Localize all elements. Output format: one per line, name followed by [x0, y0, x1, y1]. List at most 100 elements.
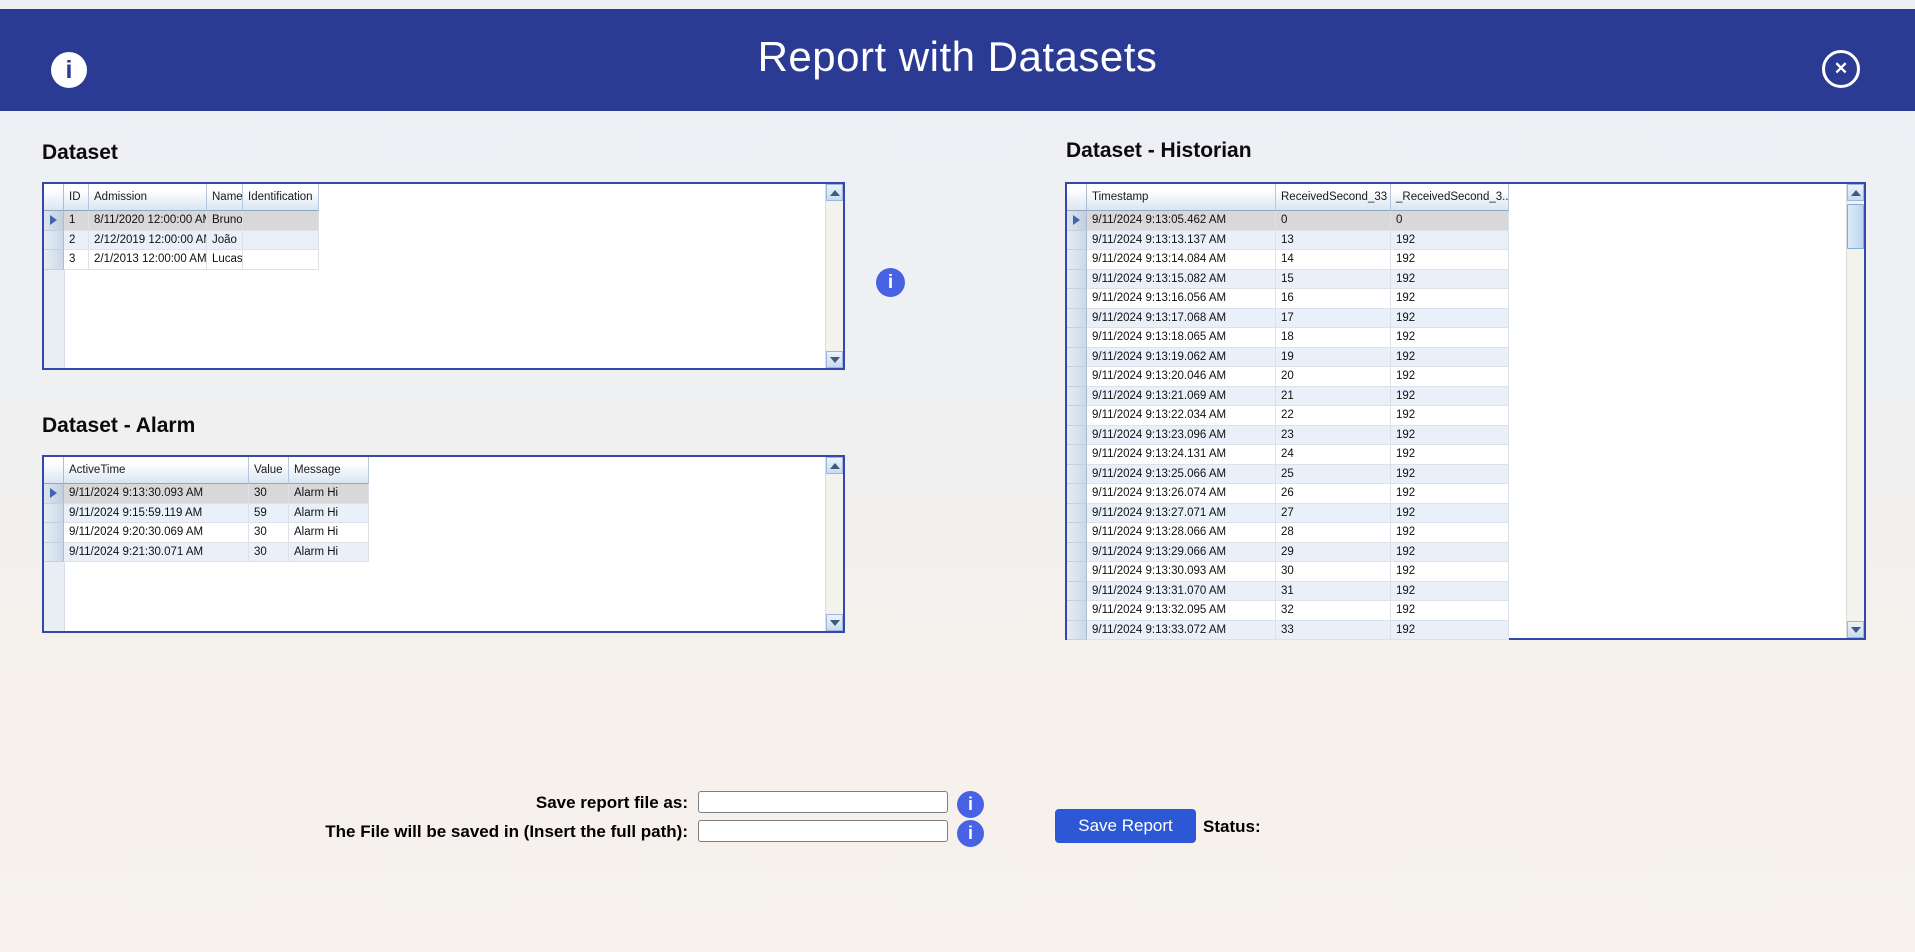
cell[interactable]: 9/11/2024 9:13:23.096 AM: [1087, 426, 1276, 446]
cell[interactable]: [243, 211, 319, 231]
cell[interactable]: 30: [249, 543, 289, 563]
row-header-cell[interactable]: [1067, 406, 1087, 426]
cell[interactable]: 192: [1391, 484, 1509, 504]
table-row[interactable]: 9/11/2024 9:13:17.068 AM17192: [1067, 309, 1864, 329]
cell[interactable]: 9/11/2024 9:13:30.093 AM: [1087, 562, 1276, 582]
file-path-info-icon[interactable]: i: [957, 820, 984, 847]
row-header-cell[interactable]: [1067, 465, 1087, 485]
close-icon[interactable]: ✕: [1822, 50, 1860, 88]
table-row[interactable]: 9/11/2024 9:13:15.082 AM15192: [1067, 270, 1864, 290]
cell[interactable]: 192: [1391, 387, 1509, 407]
cell[interactable]: 26: [1276, 484, 1391, 504]
cell[interactable]: 9/11/2024 9:20:30.069 AM: [64, 523, 249, 543]
table-row[interactable]: 9/11/2024 9:13:21.069 AM21192: [1067, 387, 1864, 407]
cell[interactable]: 14: [1276, 250, 1391, 270]
row-header-cell[interactable]: [1067, 348, 1087, 368]
table-row[interactable]: 9/11/2024 9:20:30.069 AM30Alarm Hi: [44, 523, 843, 543]
cell[interactable]: 33: [1276, 621, 1391, 641]
column-header-message[interactable]: Message: [289, 457, 369, 484]
column-header-receivedsecond-3[interactable]: _ReceivedSecond_3...: [1391, 184, 1509, 211]
scroll-up-button[interactable]: [1847, 184, 1864, 201]
cell[interactable]: 22: [1276, 406, 1391, 426]
scroll-up-button[interactable]: [826, 457, 843, 474]
cell[interactable]: 9/11/2024 9:13:05.462 AM: [1087, 211, 1276, 231]
cell[interactable]: 18: [1276, 328, 1391, 348]
table-row[interactable]: 9/11/2024 9:13:33.072 AM33192: [1067, 621, 1864, 641]
cell[interactable]: 8/11/2020 12:00:00 AM: [89, 211, 207, 231]
cell[interactable]: 0: [1391, 211, 1509, 231]
cell[interactable]: 9/11/2024 9:13:13.137 AM: [1087, 231, 1276, 251]
cell[interactable]: 192: [1391, 348, 1509, 368]
cell[interactable]: 1: [64, 211, 89, 231]
cell[interactable]: 19: [1276, 348, 1391, 368]
column-header-value[interactable]: Value: [249, 457, 289, 484]
cell[interactable]: 13: [1276, 231, 1391, 251]
table-row[interactable]: 9/11/2024 9:15:59.119 AM59Alarm Hi: [44, 504, 843, 524]
save-report-file-as-input[interactable]: [698, 791, 948, 813]
cell[interactable]: 9/11/2024 9:13:33.072 AM: [1087, 621, 1276, 641]
scroll-up-button[interactable]: [826, 184, 843, 201]
cell[interactable]: Alarm Hi: [289, 543, 369, 563]
cell[interactable]: 192: [1391, 562, 1509, 582]
column-header-id[interactable]: ID: [64, 184, 89, 211]
cell[interactable]: 9/11/2024 9:13:27.071 AM: [1087, 504, 1276, 524]
select-all-corner-cell[interactable]: [44, 457, 64, 484]
table-row[interactable]: 9/11/2024 9:21:30.071 AM30Alarm Hi: [44, 543, 843, 563]
cell[interactable]: 15: [1276, 270, 1391, 290]
dataset-info-icon[interactable]: i: [876, 268, 905, 297]
row-header-cell[interactable]: [1067, 523, 1087, 543]
file-path-input[interactable]: [698, 820, 948, 842]
cell[interactable]: [243, 231, 319, 251]
cell[interactable]: 24: [1276, 445, 1391, 465]
cell[interactable]: 192: [1391, 601, 1509, 621]
cell[interactable]: 0: [1276, 211, 1391, 231]
cell[interactable]: 9/11/2024 9:13:24.131 AM: [1087, 445, 1276, 465]
table-row[interactable]: 9/11/2024 9:13:28.066 AM28192: [1067, 523, 1864, 543]
cell[interactable]: 9/11/2024 9:13:20.046 AM: [1087, 367, 1276, 387]
row-header-cell[interactable]: [1067, 445, 1087, 465]
table-row[interactable]: 9/11/2024 9:13:25.066 AM25192: [1067, 465, 1864, 485]
cell[interactable]: 9/11/2024 9:13:18.065 AM: [1087, 328, 1276, 348]
row-header-cell[interactable]: [1067, 484, 1087, 504]
cell[interactable]: 9/11/2024 9:13:16.056 AM: [1087, 289, 1276, 309]
cell[interactable]: 9/11/2024 9:13:26.074 AM: [1087, 484, 1276, 504]
cell[interactable]: 3: [64, 250, 89, 270]
row-header-cell[interactable]: [1067, 426, 1087, 446]
table-row[interactable]: 9/11/2024 9:13:24.131 AM24192: [1067, 445, 1864, 465]
scroll-down-button[interactable]: [1847, 621, 1864, 638]
cell[interactable]: 59: [249, 504, 289, 524]
cell[interactable]: 9/11/2024 9:13:31.070 AM: [1087, 582, 1276, 602]
cell[interactable]: 9/11/2024 9:13:32.095 AM: [1087, 601, 1276, 621]
row-header-cell[interactable]: [1067, 562, 1087, 582]
cell[interactable]: 192: [1391, 426, 1509, 446]
column-header-timestamp[interactable]: Timestamp: [1087, 184, 1276, 211]
cell[interactable]: 9/11/2024 9:13:17.068 AM: [1087, 309, 1276, 329]
cell[interactable]: 23: [1276, 426, 1391, 446]
table-row[interactable]: 9/11/2024 9:13:29.066 AM29192: [1067, 543, 1864, 563]
file-name-info-icon[interactable]: i: [957, 791, 984, 818]
cell[interactable]: 192: [1391, 328, 1509, 348]
table-row[interactable]: 9/11/2024 9:13:14.084 AM14192: [1067, 250, 1864, 270]
cell[interactable]: 2/12/2019 12:00:00 AM: [89, 231, 207, 251]
table-row[interactable]: 9/11/2024 9:13:18.065 AM18192: [1067, 328, 1864, 348]
cell[interactable]: 28: [1276, 523, 1391, 543]
cell[interactable]: 192: [1391, 621, 1509, 641]
cell[interactable]: Alarm Hi: [289, 523, 369, 543]
cell[interactable]: Bruno: [207, 211, 243, 231]
alarm-vertical-scrollbar[interactable]: [825, 457, 843, 631]
row-header-cell[interactable]: [1067, 211, 1087, 231]
cell[interactable]: 192: [1391, 231, 1509, 251]
row-header-cell[interactable]: [44, 504, 64, 524]
cell[interactable]: 29: [1276, 543, 1391, 563]
cell[interactable]: 21: [1276, 387, 1391, 407]
dataset-vertical-scrollbar[interactable]: [825, 184, 843, 368]
table-row[interactable]: 22/12/2019 12:00:00 AMJoão: [44, 231, 843, 251]
cell[interactable]: 9/11/2024 9:13:19.062 AM: [1087, 348, 1276, 368]
table-row[interactable]: 9/11/2024 9:13:27.071 AM27192: [1067, 504, 1864, 524]
cell[interactable]: 9/11/2024 9:13:14.084 AM: [1087, 250, 1276, 270]
table-row[interactable]: 9/11/2024 9:13:16.056 AM16192: [1067, 289, 1864, 309]
cell[interactable]: 192: [1391, 523, 1509, 543]
table-row[interactable]: 9/11/2024 9:13:30.093 AM30Alarm Hi: [44, 484, 843, 504]
row-header-cell[interactable]: [1067, 270, 1087, 290]
cell[interactable]: 9/11/2024 9:13:21.069 AM: [1087, 387, 1276, 407]
